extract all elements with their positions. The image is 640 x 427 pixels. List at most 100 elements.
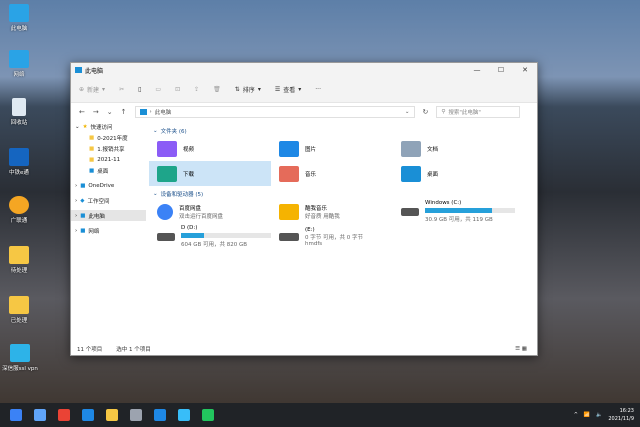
- sidebar-item-workspace[interactable]: › ◆ 工作空间: [71, 195, 146, 206]
- close-button[interactable]: ✕: [513, 66, 537, 74]
- sidebar-item-desktop[interactable]: ■ 桌面: [71, 165, 146, 176]
- sidebar-item-folder[interactable]: ■ 2021-11: [71, 154, 146, 165]
- drive-icon: [279, 232, 299, 241]
- folders-grid: 视频 图片 文档 下载 音乐 桌面: [149, 136, 537, 186]
- drive-e[interactable]: (E:) 0 字节 可用，共 0 字节 hmdfs: [271, 224, 393, 249]
- sidebar-item-this-pc[interactable]: › ■ 此电脑: [71, 210, 146, 221]
- label: 设备和驱动器 (5): [160, 191, 204, 198]
- share-icon[interactable]: ⇪: [194, 86, 199, 93]
- desktop-folder[interactable]: 待处理: [2, 246, 36, 274]
- device-baidu-netdisk[interactable]: 百度网盘 双击运行百度网盘: [149, 199, 271, 224]
- sort-label: 排序: [242, 87, 255, 94]
- wifi-icon[interactable]: 📶: [584, 412, 590, 418]
- folders-header[interactable]: ⌄ 文件夹 (6): [149, 125, 537, 136]
- desktop-icon-vpn[interactable]: 深信服ssl vpn: [0, 344, 40, 372]
- taskbar-app-icon[interactable]: [106, 409, 118, 421]
- minimize-button[interactable]: —: [465, 66, 489, 74]
- delete-icon[interactable]: 🗑: [213, 86, 221, 93]
- desktop-icon-this-pc[interactable]: 此电脑: [2, 4, 36, 32]
- view-button[interactable]: ☰ 查看 ▾: [275, 85, 301, 94]
- label: 图片: [305, 146, 317, 153]
- sidebar-item-network[interactable]: › ■ 网络: [71, 225, 146, 236]
- folder-downloads[interactable]: 下载: [149, 161, 271, 186]
- sidebar-item-folder[interactable]: ■ 0-2021年度: [71, 132, 146, 143]
- label: 此电脑: [88, 213, 105, 220]
- rename-icon[interactable]: ⊡: [175, 86, 180, 93]
- back-icon[interactable]: ←: [79, 108, 85, 116]
- folder-videos[interactable]: 视频: [149, 136, 271, 161]
- forward-icon[interactable]: →: [93, 108, 99, 116]
- folder-music[interactable]: 音乐: [271, 161, 393, 186]
- desktop-folder[interactable]: 已处理: [2, 296, 36, 324]
- devices-grid: 百度网盘 双击运行百度网盘 酷我音乐 好音质 用酷我 Windows (C:) 30.…: [149, 199, 537, 249]
- cut-icon[interactable]: ✂: [119, 86, 124, 93]
- paste-icon[interactable]: ▭: [155, 86, 161, 93]
- taskbar-app-icon[interactable]: [154, 409, 166, 421]
- desktop-icon-app[interactable]: 广联通: [2, 196, 36, 224]
- folder-documents[interactable]: 文档: [393, 136, 515, 161]
- label: 工作空间: [87, 198, 110, 205]
- folder-desktop[interactable]: 桌面: [393, 161, 515, 186]
- desktop-icon-recycle-bin[interactable]: 回收站: [2, 98, 36, 126]
- taskbar-app-icon[interactable]: [34, 409, 46, 421]
- desktop-icon: ■: [89, 167, 95, 174]
- taskbar-app-icon[interactable]: [10, 409, 22, 421]
- taskbar-app-icon[interactable]: [130, 409, 142, 421]
- sort-button[interactable]: ⇅ 排序 ▾: [235, 85, 261, 94]
- sort-icon: ⇅: [234, 86, 240, 93]
- clock[interactable]: 16:23 2021/11/9: [608, 407, 634, 423]
- network-icon: [9, 50, 29, 68]
- desktop-icon-network[interactable]: 网络: [2, 50, 36, 78]
- date: 2021/11/9: [608, 416, 634, 422]
- label: 1.报销共享: [97, 146, 125, 153]
- search-input[interactable]: ⚲ 搜索"此电脑": [436, 106, 521, 118]
- label: 快速访问: [90, 124, 113, 131]
- desktop-icon-app[interactable]: 中铁e通: [2, 148, 36, 176]
- taskbar-app-icon[interactable]: [58, 409, 70, 421]
- maximize-button[interactable]: ☐: [489, 66, 513, 74]
- search-placeholder: 搜索"此电脑": [448, 110, 481, 116]
- label: 下载: [183, 171, 195, 178]
- windows-drive-icon: [401, 207, 419, 216]
- downloads-folder-icon: [157, 165, 177, 182]
- label: 桌面: [97, 168, 109, 175]
- app-icon: [9, 196, 29, 214]
- device-kuwo-music[interactable]: 酷我音乐 好音质 用酷我: [271, 199, 393, 224]
- refresh-icon[interactable]: ↻: [423, 108, 429, 116]
- icon-label: 网络: [13, 72, 25, 78]
- icon-label: 待处理: [10, 268, 28, 274]
- vpn-icon: [10, 344, 30, 362]
- new-label: 新建: [87, 87, 100, 94]
- volume-icon[interactable]: 🔈: [596, 412, 602, 418]
- computer-icon: [139, 109, 147, 115]
- cloud-icon: ■: [80, 182, 86, 189]
- folder-pictures[interactable]: 图片: [271, 136, 393, 161]
- drive-d[interactable]: D (D:) 604 GB 可用，共 820 GB: [149, 224, 271, 249]
- kuwo-music-icon: [279, 203, 299, 220]
- taskbar-app-icon[interactable]: [82, 409, 94, 421]
- sidebar-item-quick-access[interactable]: ⌄ ★ 快速访问: [71, 121, 146, 132]
- baidu-netdisk-icon: [157, 203, 173, 220]
- taskbar-app-icon[interactable]: [202, 409, 214, 421]
- copy-icon[interactable]: ▯: [138, 86, 141, 93]
- devices-header[interactable]: ⌄ 设备和驱动器 (5): [149, 188, 537, 199]
- drive-c[interactable]: Windows (C:) 30.9 GB 可用，共 119 GB: [393, 199, 515, 224]
- up-icon[interactable]: ↑: [121, 108, 127, 116]
- workspace-icon: ◆: [80, 197, 85, 204]
- view-toggle-icons[interactable]: ☰ ▦: [515, 346, 527, 352]
- taskbar-apps: [8, 409, 214, 421]
- view-label: 查看: [283, 87, 296, 94]
- history-icon[interactable]: ⌄: [107, 108, 113, 116]
- sidebar-item-onedrive[interactable]: › ■ OneDrive: [71, 180, 146, 191]
- music-folder-icon: [279, 165, 299, 182]
- taskbar-app-icon[interactable]: [178, 409, 190, 421]
- sidebar-item-folder[interactable]: ■ 1.报销共享: [71, 143, 146, 154]
- label: 文件夹 (6): [160, 128, 187, 135]
- tray-chevron-icon[interactable]: ^: [574, 412, 578, 418]
- new-button[interactable]: ⊕ 新建 ▾: [79, 85, 105, 94]
- dropdown-icon[interactable]: ⌄: [405, 109, 410, 115]
- icon-label: 中铁e通: [9, 170, 29, 176]
- more-button[interactable]: ···: [315, 86, 321, 93]
- folder-icon: ■: [89, 156, 95, 163]
- address-bar[interactable]: › 此电脑 ⌄: [134, 106, 415, 118]
